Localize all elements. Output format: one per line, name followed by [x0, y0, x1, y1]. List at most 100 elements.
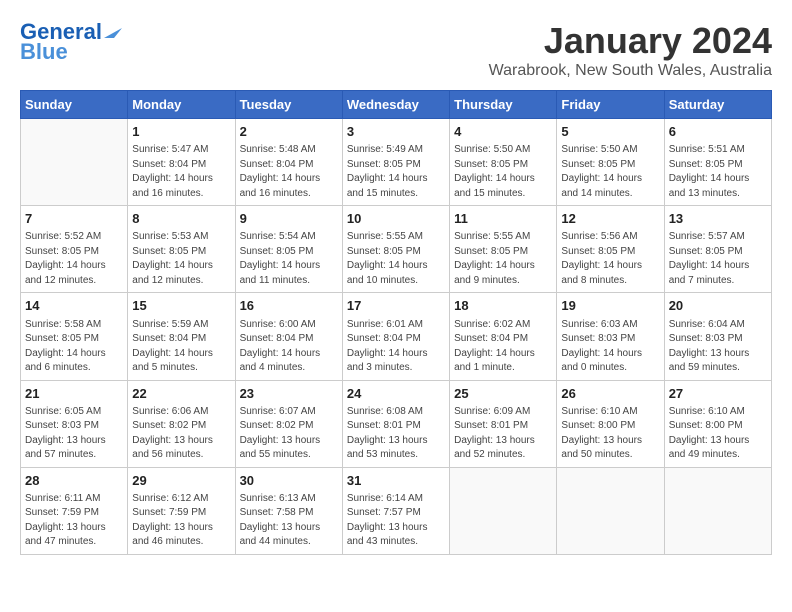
weekday-header-sunday: Sunday — [21, 91, 128, 119]
day-info: Sunrise: 6:11 AM Sunset: 7:59 PM Dayligh… — [25, 492, 123, 550]
calendar-cell: 24Sunrise: 6:08 AM Sunset: 8:01 PM Dayli… — [342, 380, 449, 467]
header: General Blue January 2024 Warabrook, New… — [20, 20, 772, 80]
calendar-cell — [450, 467, 557, 554]
day-info: Sunrise: 6:01 AM Sunset: 8:04 PM Dayligh… — [347, 318, 445, 376]
weekday-header-thursday: Thursday — [450, 91, 557, 119]
day-info: Sunrise: 5:53 AM Sunset: 8:05 PM Dayligh… — [132, 230, 230, 288]
calendar-cell: 26 Sunrise: 6:10 AM Sunset: 8:00 PM Dayli… — [557, 380, 664, 467]
day-number: 17 — [347, 297, 445, 315]
calendar-cell: 23 Sunrise: 6:07 AM Sunset: 8:02 PM Dayli… — [235, 380, 342, 467]
day-number: 6 — [669, 123, 767, 141]
week-row-1: 1 Sunrise: 5:47 AM Sunset: 8:04 PM Daylig… — [21, 119, 772, 206]
calendar-cell: 30 Sunrise: 6:13 AM Sunset: 7:58 PM Dayli… — [235, 467, 342, 554]
day-number: 12 — [561, 210, 659, 228]
week-row-4: 21 Sunrise: 6:05 AM Sunset: 8:03 PM Dayli… — [21, 380, 772, 467]
day-info: Sunrise: 6:04 AM Sunset: 8:03 PM Dayligh… — [669, 318, 767, 376]
calendar-cell: 6 Sunrise: 5:51 AM Sunset: 8:05 PM Daylig… — [664, 119, 771, 206]
day-info: Sunrise: 5:54 AM Sunset: 8:05 PM Dayligh… — [240, 230, 338, 288]
weekday-header-saturday: Saturday — [664, 91, 771, 119]
calendar-cell: 2 Sunrise: 5:48 AM Sunset: 8:04 PM Daylig… — [235, 119, 342, 206]
day-info: Sunrise: 5:52 AM Sunset: 8:05 PM Dayligh… — [25, 230, 123, 288]
day-number: 9 — [240, 210, 338, 228]
weekday-header-monday: Monday — [128, 91, 235, 119]
calendar-cell: 22Sunrise: 6:06 AM Sunset: 8:02 PM Dayli… — [128, 380, 235, 467]
day-info: Sunrise: 5:51 AM Sunset: 8:05 PM Dayligh… — [669, 143, 767, 201]
day-number: 5 — [561, 123, 659, 141]
week-row-2: 7 Sunrise: 5:52 AM Sunset: 8:05 PM Daylig… — [21, 206, 772, 293]
day-number: 18 — [454, 297, 552, 315]
day-number: 19 — [561, 297, 659, 315]
day-info: Sunrise: 5:47 AM Sunset: 8:04 PM Dayligh… — [132, 143, 230, 201]
calendar-cell: 13 Sunrise: 5:57 AM Sunset: 8:05 PM Dayli… — [664, 206, 771, 293]
day-info: Sunrise: 5:48 AM Sunset: 8:04 PM Dayligh… — [240, 143, 338, 201]
calendar-cell: 11 Sunrise: 5:55 AM Sunset: 8:05 PM Dayli… — [450, 206, 557, 293]
day-info: Sunrise: 5:50 AM Sunset: 8:05 PM Dayligh… — [561, 143, 659, 201]
calendar-cell: 5 Sunrise: 5:50 AM Sunset: 8:05 PM Daylig… — [557, 119, 664, 206]
calendar-cell: 3Sunrise: 5:49 AM Sunset: 8:05 PM Daylig… — [342, 119, 449, 206]
calendar-table: SundayMondayTuesdayWednesdayThursdayFrid… — [20, 90, 772, 555]
day-number: 15 — [132, 297, 230, 315]
day-number: 8 — [132, 210, 230, 228]
calendar-cell: 31Sunrise: 6:14 AM Sunset: 7:57 PM Dayli… — [342, 467, 449, 554]
weekday-header-tuesday: Tuesday — [235, 91, 342, 119]
calendar-cell: 7 Sunrise: 5:52 AM Sunset: 8:05 PM Daylig… — [21, 206, 128, 293]
calendar-title: January 2024 — [489, 20, 772, 62]
calendar-cell: 9 Sunrise: 5:54 AM Sunset: 8:05 PM Daylig… — [235, 206, 342, 293]
day-number: 10 — [347, 210, 445, 228]
day-number: 1 — [132, 123, 230, 141]
calendar-cell — [21, 119, 128, 206]
day-info: Sunrise: 6:13 AM Sunset: 7:58 PM Dayligh… — [240, 492, 338, 550]
calendar-cell — [664, 467, 771, 554]
calendar-cell: 27Sunrise: 6:10 AM Sunset: 8:00 PM Dayli… — [664, 380, 771, 467]
weekday-header-row: SundayMondayTuesdayWednesdayThursdayFrid… — [21, 91, 772, 119]
day-info: Sunrise: 5:56 AM Sunset: 8:05 PM Dayligh… — [561, 230, 659, 288]
day-info: Sunrise: 5:49 AM Sunset: 8:05 PM Dayligh… — [347, 143, 445, 201]
day-number: 22 — [132, 385, 230, 403]
day-info: Sunrise: 6:03 AM Sunset: 8:03 PM Dayligh… — [561, 318, 659, 376]
day-number: 31 — [347, 472, 445, 490]
calendar-subtitle: Warabrook, New South Wales, Australia — [489, 62, 772, 80]
day-number: 29 — [132, 472, 230, 490]
day-info: Sunrise: 5:58 AM Sunset: 8:05 PM Dayligh… — [25, 318, 123, 376]
logo-bird-icon — [104, 20, 122, 38]
calendar-cell — [557, 467, 664, 554]
day-number: 20 — [669, 297, 767, 315]
calendar-cell: 8 Sunrise: 5:53 AM Sunset: 8:05 PM Daylig… — [128, 206, 235, 293]
day-info: Sunrise: 6:07 AM Sunset: 8:02 PM Dayligh… — [240, 405, 338, 463]
weekday-header-friday: Friday — [557, 91, 664, 119]
day-info: Sunrise: 5:50 AM Sunset: 8:05 PM Dayligh… — [454, 143, 552, 201]
day-info: Sunrise: 6:09 AM Sunset: 8:01 PM Dayligh… — [454, 405, 552, 463]
day-info: Sunrise: 6:12 AM Sunset: 7:59 PM Dayligh… — [132, 492, 230, 550]
calendar-body: 1 Sunrise: 5:47 AM Sunset: 8:04 PM Daylig… — [21, 119, 772, 555]
day-number: 28 — [25, 472, 123, 490]
calendar-cell: 21 Sunrise: 6:05 AM Sunset: 8:03 PM Dayli… — [21, 380, 128, 467]
day-number: 7 — [25, 210, 123, 228]
day-info: Sunrise: 6:10 AM Sunset: 8:00 PM Dayligh… — [561, 405, 659, 463]
calendar-cell: 15 Sunrise: 5:59 AM Sunset: 8:04 PM Dayli… — [128, 293, 235, 380]
calendar-cell: 4 Sunrise: 5:50 AM Sunset: 8:05 PM Daylig… — [450, 119, 557, 206]
day-number: 24 — [347, 385, 445, 403]
day-number: 13 — [669, 210, 767, 228]
day-number: 21 — [25, 385, 123, 403]
day-number: 26 — [561, 385, 659, 403]
day-info: Sunrise: 5:59 AM Sunset: 8:04 PM Dayligh… — [132, 318, 230, 376]
day-number: 2 — [240, 123, 338, 141]
calendar-cell: 25Sunrise: 6:09 AM Sunset: 8:01 PM Dayli… — [450, 380, 557, 467]
calendar-cell: 10 Sunrise: 5:55 AM Sunset: 8:05 PM Dayli… — [342, 206, 449, 293]
day-info: Sunrise: 6:10 AM Sunset: 8:00 PM Dayligh… — [669, 405, 767, 463]
logo-blue-text: Blue — [20, 40, 68, 64]
day-info: Sunrise: 5:55 AM Sunset: 8:05 PM Dayligh… — [454, 230, 552, 288]
calendar-cell: 29 Sunrise: 6:12 AM Sunset: 7:59 PM Dayli… — [128, 467, 235, 554]
day-info: Sunrise: 6:05 AM Sunset: 8:03 PM Dayligh… — [25, 405, 123, 463]
calendar-cell: 17 Sunrise: 6:01 AM Sunset: 8:04 PM Dayli… — [342, 293, 449, 380]
day-number: 30 — [240, 472, 338, 490]
day-info: Sunrise: 5:57 AM Sunset: 8:05 PM Dayligh… — [669, 230, 767, 288]
calendar-cell: 1 Sunrise: 5:47 AM Sunset: 8:04 PM Daylig… — [128, 119, 235, 206]
day-info: Sunrise: 6:02 AM Sunset: 8:04 PM Dayligh… — [454, 318, 552, 376]
day-number: 4 — [454, 123, 552, 141]
day-number: 11 — [454, 210, 552, 228]
day-info: Sunrise: 6:00 AM Sunset: 8:04 PM Dayligh… — [240, 318, 338, 376]
day-number: 23 — [240, 385, 338, 403]
day-info: Sunrise: 5:55 AM Sunset: 8:05 PM Dayligh… — [347, 230, 445, 288]
calendar-cell: 12 Sunrise: 5:56 AM Sunset: 8:05 PM Dayli… — [557, 206, 664, 293]
